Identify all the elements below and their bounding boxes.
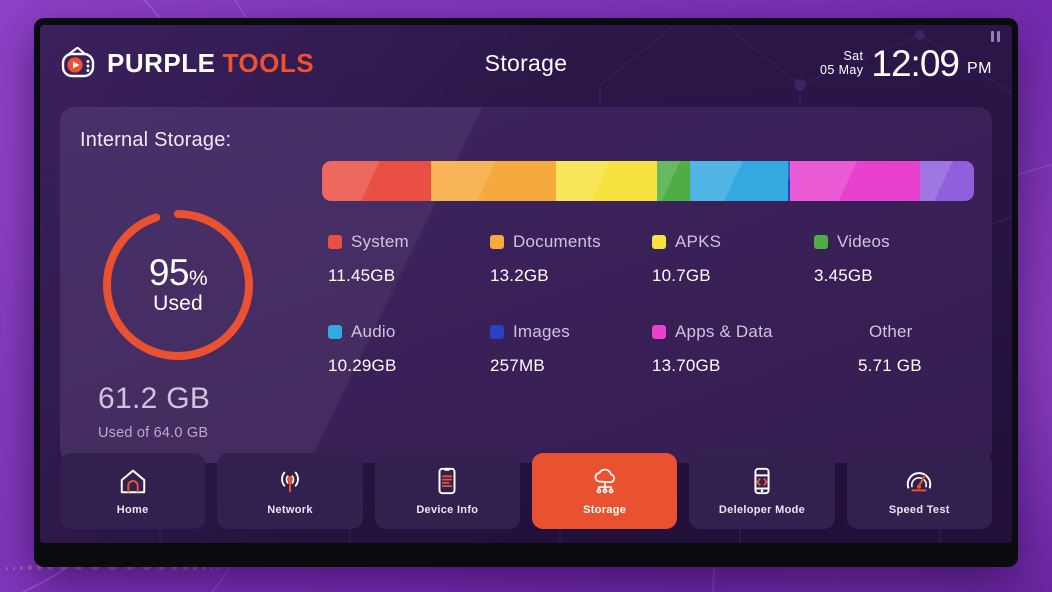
- gauge-percent-number: 95: [148, 252, 190, 293]
- legend-item-head: APKS: [652, 232, 814, 252]
- brand-suffix: TOOLS: [222, 48, 315, 78]
- legend-label: APKS: [675, 232, 722, 251]
- bar-segment-videos: [657, 161, 690, 201]
- nav-item-label: Network: [267, 504, 313, 516]
- legend-swatch-documents: [490, 235, 504, 249]
- legend-item-apks: APKS 10.7GB: [652, 232, 814, 286]
- developer-icon: [754, 467, 770, 495]
- legend-swatch-apks: [652, 235, 666, 249]
- legend-swatch-videos: [814, 235, 828, 249]
- legend-value: 13.70GB: [652, 356, 721, 375]
- legend-label: System: [351, 232, 409, 251]
- speedometer-icon: [907, 472, 932, 492]
- legend-row: Audio 10.29GB Images 257MB Apps & Data 13.70G…: [328, 322, 976, 376]
- tv-play-logo-icon: [61, 46, 95, 78]
- nav-item-label: Home: [116, 504, 149, 516]
- legend-label: Documents: [513, 232, 601, 251]
- internal-storage-card: Internal Storage: 95% Used 61.2 GB Used …: [60, 107, 992, 463]
- bar-segment-audio: [689, 161, 788, 201]
- legend-value: 10.7GB: [652, 266, 711, 285]
- storage-totals: 61.2 GB Used of 64.0 GB: [98, 382, 210, 441]
- legend-item-head: Images: [490, 322, 652, 342]
- legend-swatch-apps-data: [652, 325, 666, 339]
- legend-item-system: System 11.45GB: [328, 232, 490, 286]
- gauge-caption: Used: [153, 292, 203, 315]
- nav-item-network[interactable]: Network: [217, 453, 363, 529]
- legend-label: Other: [869, 322, 913, 341]
- gauge-center-text: 95% Used: [98, 205, 258, 365]
- legend-item-images: Images 257MB: [490, 322, 652, 376]
- brand-name: PURPLE: [107, 48, 216, 78]
- legend-item-head: Audio: [328, 322, 490, 342]
- legend-row: System 11.45GB Documents 13.2GB APKS 10.7GB Vi…: [328, 232, 976, 286]
- nav-item-device-info[interactable]: Device Info: [374, 453, 520, 529]
- nav-item-speed-test[interactable]: Speed Test: [846, 453, 992, 529]
- legend-item-audio: Audio 10.29GB: [328, 322, 490, 376]
- legend-swatch-audio: [328, 325, 342, 339]
- card-title: Internal Storage:: [80, 129, 232, 151]
- clock-meridiem: PM: [967, 59, 992, 77]
- legend-value: 5.71 GB: [858, 356, 922, 375]
- app-header: PURPLE TOOLS Storage Sat 05 May 12:09 PM: [40, 25, 1012, 101]
- signal-icon: [281, 471, 299, 493]
- storage-usage-gauge: 95% Used: [98, 205, 258, 365]
- legend-label: Apps & Data: [675, 322, 773, 341]
- legend-item-head: Apps & Data: [652, 322, 814, 342]
- legend-swatch-system: [328, 235, 342, 249]
- legend-item-documents: Documents 13.2GB: [490, 232, 652, 286]
- bottom-navigation[interactable]: Home Network Device Info Storage Deleloper M…: [60, 453, 992, 529]
- legend-value: 11.45GB: [328, 266, 396, 285]
- legend-item-videos: Videos 3.45GB: [814, 232, 976, 286]
- total-used: 61.2 GB: [98, 382, 211, 415]
- nav-item-label: Device Info: [416, 504, 479, 516]
- home-icon: [120, 469, 145, 494]
- gauge-percent: 95%: [148, 252, 208, 293]
- legend-item-head: Videos: [814, 232, 976, 252]
- bar-segment-other: [919, 161, 974, 201]
- legend-value: 3.45GB: [814, 266, 873, 285]
- legend-label: Videos: [837, 232, 890, 251]
- bar-segment-documents: [430, 161, 556, 201]
- legend-item-apps-data: Apps & Data 13.70GB: [652, 322, 814, 376]
- legend-swatch-images: [490, 325, 504, 339]
- bar-segment-apps-data: [789, 161, 920, 201]
- legend-item-other: Other 5.71 GB: [814, 322, 976, 376]
- nav-item-label: Storage: [583, 504, 627, 516]
- nav-item-label: Deleloper Mode: [718, 504, 806, 516]
- brand-logo: PURPLE TOOLS: [60, 46, 314, 80]
- bar-segment-system: [322, 161, 431, 201]
- storage-breakdown-bar: [322, 161, 974, 201]
- clock-weekday: Sat: [843, 48, 864, 63]
- nav-item-home[interactable]: Home: [60, 453, 206, 529]
- gauge-percent-symbol: %: [188, 267, 208, 290]
- total-capacity: Used of 64.0 GB: [98, 425, 209, 441]
- legend-item-head: System: [328, 232, 490, 252]
- legend-value: 13.2GB: [490, 266, 549, 285]
- nav-item-storage[interactable]: Storage: [531, 453, 678, 529]
- status-clock: Sat 05 May 12:09 PM: [820, 45, 992, 82]
- device-frame: PURPLE TOOLS Storage Sat 05 May 12:09 PM …: [34, 18, 1018, 567]
- legend-label: Audio: [351, 322, 396, 341]
- legend-item-head: Documents: [490, 232, 652, 252]
- legend-label: Images: [513, 322, 570, 341]
- nav-item-label: Speed Test: [888, 504, 950, 516]
- phone-info-icon: [438, 467, 456, 495]
- device-screen: PURPLE TOOLS Storage Sat 05 May 12:09 PM …: [40, 25, 1012, 543]
- cloud-storage-icon: [594, 468, 615, 494]
- storage-legend: System 11.45GB Documents 13.2GB APKS 10.7GB Vi…: [328, 232, 976, 412]
- clock-date: Sat 05 May: [820, 49, 863, 78]
- brand-wordmark: PURPLE TOOLS: [107, 50, 314, 76]
- clock-day-month: 05 May: [820, 63, 864, 77]
- legend-value: 257MB: [490, 356, 545, 375]
- nav-item-deleloper-mode[interactable]: Deleloper Mode: [689, 453, 835, 529]
- legend-value: 10.29GB: [328, 356, 397, 375]
- legend-item-head: Other: [814, 322, 976, 342]
- clock-time: 12:09: [871, 42, 960, 84]
- bar-segment-apks: [555, 161, 658, 201]
